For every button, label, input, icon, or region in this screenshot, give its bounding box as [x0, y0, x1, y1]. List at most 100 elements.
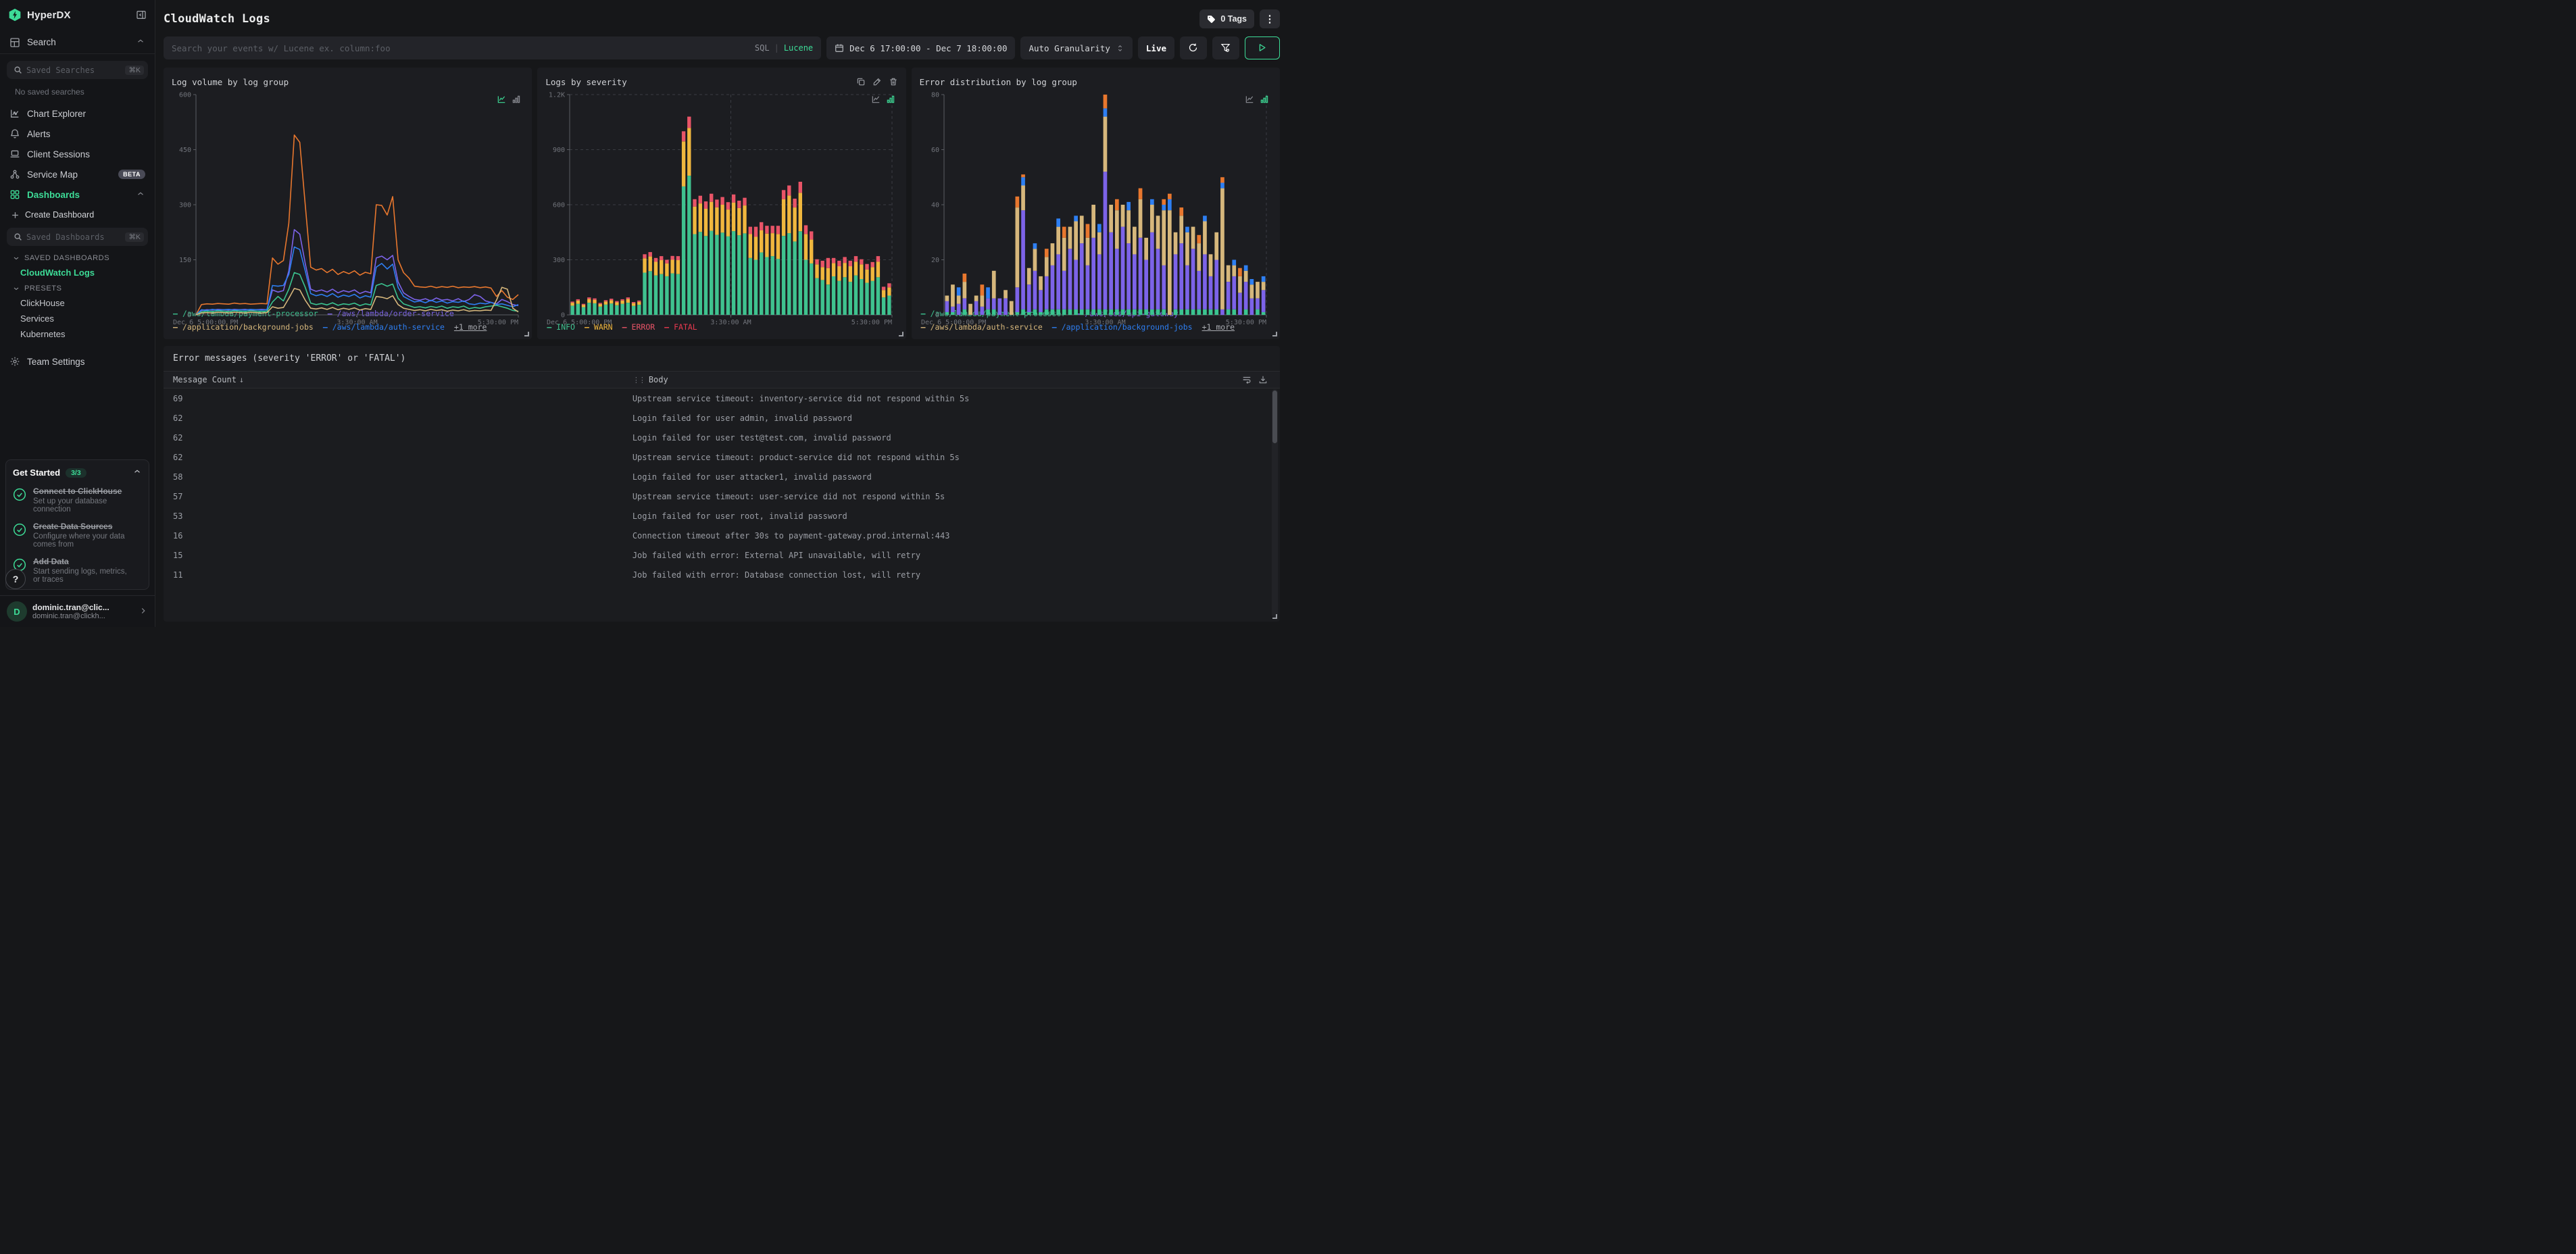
- chart-plot[interactable]: 0 300 600 900 1.2K Dec 6 5:00:00 PM 3:30:00 AM…: [545, 89, 897, 326]
- duplicate-icon[interactable]: [856, 77, 866, 86]
- message-body: Upstream service timeout: user-service d…: [632, 491, 945, 501]
- sidebar-item-label: Alerts: [27, 128, 51, 139]
- page-title: CloudWatch Logs: [164, 12, 271, 26]
- download-icon[interactable]: [1258, 375, 1268, 384]
- table-scrollbar[interactable]: [1272, 389, 1278, 618]
- chart-plot[interactable]: 0 20 40 60 80 Dec 6 5:00:00 PM 3:30:00 AM 5:30:…: [920, 89, 1272, 326]
- saved-searches-box[interactable]: ⌘K: [7, 61, 148, 79]
- saved-dashboards-input[interactable]: [26, 232, 122, 242]
- svg-text:900: 900: [553, 147, 565, 154]
- user-menu[interactable]: D dominic.tran@clic... dominic.tran@clic…: [0, 595, 155, 627]
- get-started-step[interactable]: Create Data Sources Configure where your…: [13, 522, 142, 549]
- user-name: dominic.tran@clic...: [32, 603, 109, 612]
- kebab-icon: ⋮: [1264, 14, 1275, 25]
- resize-handle[interactable]: [1272, 332, 1277, 336]
- resize-handle[interactable]: [524, 332, 530, 336]
- granularity-select[interactable]: Auto Granularity: [1020, 36, 1133, 59]
- sql-toggle[interactable]: SQL: [755, 43, 770, 53]
- chart-type-toggle: [497, 95, 521, 104]
- column-header-count[interactable]: Message Count ↓: [164, 375, 633, 384]
- sort-desc-icon: ↓: [239, 375, 245, 384]
- table-row[interactable]: 15 Job failed with error: External API un…: [164, 545, 1280, 565]
- sidebar-item-services[interactable]: Services: [0, 311, 155, 326]
- wrap-text-icon[interactable]: [1242, 375, 1252, 384]
- sidebar-item-service-map[interactable]: Service Map BETA: [0, 164, 155, 184]
- bar-chart-toggle-icon[interactable]: [886, 95, 895, 104]
- svg-text:300: 300: [179, 202, 191, 209]
- lucene-toggle[interactable]: Lucene: [784, 43, 813, 53]
- edit-icon[interactable]: [872, 77, 882, 86]
- layout-grid-icon: [9, 37, 20, 48]
- table-row[interactable]: 62 Login failed for user admin, invalid p…: [164, 408, 1280, 428]
- table-row[interactable]: 62 Upstream service timeout: product-serv…: [164, 447, 1280, 467]
- create-dashboard-button[interactable]: Create Dashboard: [0, 205, 155, 221]
- table-row[interactable]: 58 Login failed for user attacker1, inval…: [164, 467, 1280, 486]
- refresh-button[interactable]: [1180, 36, 1207, 59]
- saved-dashboards-section[interactable]: SAVED DASHBOARDS: [0, 250, 155, 265]
- chevron-up-icon[interactable]: [136, 189, 145, 201]
- line-chart-toggle-icon[interactable]: [871, 95, 881, 104]
- message-count: 62: [173, 413, 183, 423]
- scrollbar-thumb[interactable]: [1272, 391, 1277, 443]
- chevron-down-icon: [12, 284, 20, 293]
- bar-chart-toggle-icon[interactable]: [512, 95, 521, 104]
- delete-icon[interactable]: [889, 77, 898, 86]
- table-row[interactable]: 57 Upstream service timeout: user-service…: [164, 486, 1280, 506]
- table-row[interactable]: 16 Connection timeout after 30s to paymen…: [164, 526, 1280, 545]
- sidebar-item-clickhouse[interactable]: ClickHouse: [0, 295, 155, 311]
- sidebar-item-client-sessions[interactable]: Client Sessions: [0, 144, 155, 164]
- sidebar-item-cloudwatch-logs[interactable]: CloudWatch Logs: [0, 265, 155, 280]
- sidebar-item-search[interactable]: Search: [0, 31, 155, 54]
- chart-title: Logs by severity: [545, 76, 627, 87]
- drag-handle-icon[interactable]: ⋮⋮: [633, 376, 646, 384]
- message-body: Job failed with error: External API unav…: [632, 550, 921, 560]
- step-desc: Set up your database connection: [33, 497, 107, 513]
- filter-button[interactable]: [1212, 36, 1239, 59]
- live-button[interactable]: Live: [1137, 36, 1174, 59]
- message-count: 58: [173, 472, 183, 482]
- event-search-input[interactable]: [172, 43, 748, 53]
- chevron-up-icon[interactable]: [136, 36, 145, 48]
- presets-section[interactable]: PRESETS: [0, 280, 155, 295]
- date-range-button[interactable]: Dec 6 17:00:00 - Dec 7 18:00:00: [826, 36, 1016, 59]
- tags-button[interactable]: 0 Tags: [1199, 9, 1254, 28]
- sidebar-item-dashboards[interactable]: Dashboards: [0, 184, 155, 205]
- help-button[interactable]: ?: [5, 569, 26, 589]
- bar-chart-toggle-icon[interactable]: [1260, 95, 1269, 104]
- body-column-label: Body: [648, 375, 668, 384]
- event-search-box[interactable]: SQL | Lucene: [164, 36, 822, 59]
- saved-searches-input[interactable]: [26, 65, 122, 75]
- table-row[interactable]: 11 Job failed with error: Database connec…: [164, 565, 1280, 584]
- table-row[interactable]: 62 Login failed for user test@test.com, i…: [164, 428, 1280, 447]
- resize-handle[interactable]: [1272, 614, 1277, 619]
- get-started-step[interactable]: Add Data Start sending logs, metrics, or…: [13, 557, 142, 584]
- table-row[interactable]: 53 Login failed for user root, invalid pa…: [164, 506, 1280, 526]
- sidebar-item-alerts[interactable]: Alerts: [0, 124, 155, 144]
- chart-title: Log volume by log group: [172, 76, 289, 87]
- message-body: Upstream service timeout: product-servic…: [632, 452, 960, 462]
- table-row[interactable]: 69 Upstream service timeout: inventory-se…: [164, 388, 1280, 408]
- sidebar-item-chart-explorer[interactable]: Chart Explorer: [0, 103, 155, 124]
- saved-dashboards-heading: SAVED DASHBOARDS: [24, 254, 110, 262]
- resize-handle[interactable]: [898, 332, 903, 336]
- get-started-progress-badge: 3/3: [66, 468, 86, 478]
- run-query-button[interactable]: [1245, 36, 1280, 59]
- column-header-body[interactable]: ⋮⋮ Body: [633, 375, 1242, 384]
- chart-plot[interactable]: 0 150 300 450 600 Dec 6 5:00:00 PM 3:30:00 AM 5…: [172, 89, 524, 326]
- chart-title: Error distribution by log group: [919, 76, 1077, 87]
- dashboard-menu-button[interactable]: ⋮: [1260, 9, 1280, 28]
- svg-text:450: 450: [179, 147, 191, 154]
- line-chart-toggle-icon[interactable]: [1245, 95, 1254, 104]
- chevron-up-icon[interactable]: [132, 467, 142, 478]
- get-started-step[interactable]: Connect to ClickHouse Set up your databa…: [13, 486, 142, 513]
- saved-dashboards-box[interactable]: ⌘K: [7, 228, 148, 246]
- sidebar-item-team-settings[interactable]: Team Settings: [0, 351, 155, 372]
- brand-name: HyperDX: [27, 9, 71, 21]
- calendar-icon: [835, 43, 844, 53]
- line-chart-toggle-icon[interactable]: [497, 95, 506, 104]
- svg-text:600: 600: [553, 202, 565, 209]
- sidebar-item-kubernetes[interactable]: Kubernetes: [0, 326, 155, 342]
- message-count: 53: [173, 511, 183, 521]
- chevron-updown-icon: [1116, 44, 1124, 53]
- collapse-sidebar-icon[interactable]: [136, 9, 147, 20]
